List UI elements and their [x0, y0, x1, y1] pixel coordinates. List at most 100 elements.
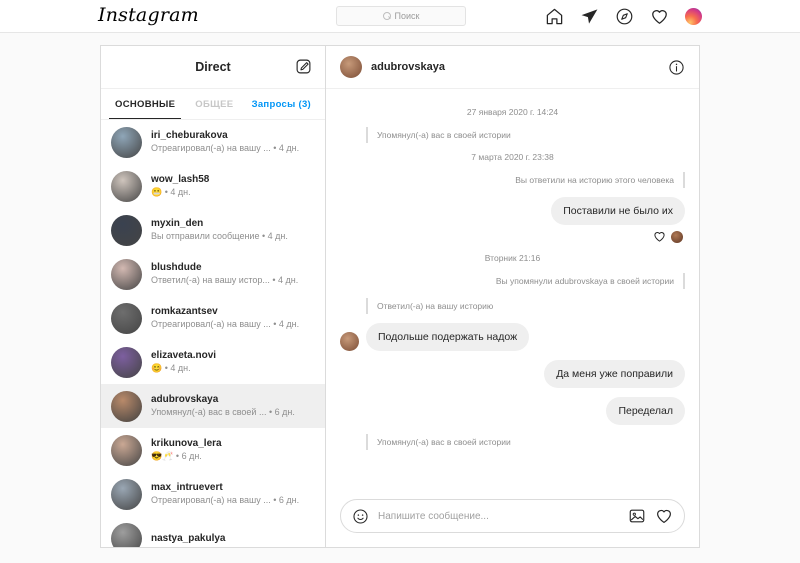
conversation-item[interactable]: myxin_den Вы отправили сообщение • 4 дн.	[101, 208, 325, 252]
conversation-list[interactable]: iri_cheburakova Отреагировал(-а) на вашу …	[101, 120, 325, 547]
message-row: Вы упомянули adubrovskaya в своей истори…	[340, 273, 685, 289]
conversation-item[interactable]: romkazantsev Отреагировал(-а) на вашу ...…	[101, 296, 325, 340]
conversation-meta: wow_lash58 😬 • 4 дн.	[151, 173, 315, 199]
conversation-avatar	[111, 390, 142, 422]
conversation-meta: nastya_pakulya	[151, 532, 315, 545]
conversation-meta: romkazantsev Отреагировал(-а) на вашу ...…	[151, 305, 315, 331]
thread-username[interactable]: adubrovskaya	[371, 61, 659, 73]
message-timestamp: 27 января 2020 г. 14:24	[466, 107, 559, 117]
conversation-username: iri_cheburakova	[151, 130, 228, 141]
message-bubble: Да меня уже поправили	[544, 360, 685, 388]
conversation-username: wow_lash58	[151, 174, 210, 185]
heart-icon[interactable]	[650, 7, 669, 26]
nav-icon-group	[545, 0, 702, 33]
conversation-avatar	[111, 302, 142, 334]
image-icon[interactable]	[628, 507, 646, 525]
heart-icon[interactable]	[655, 507, 673, 525]
compass-icon[interactable]	[615, 7, 634, 26]
top-navigation-bar: Instagram Поиск	[0, 0, 800, 33]
message-reaction[interactable]	[340, 230, 683, 243]
conversation-meta: krikunova_lera 😎🥂 • 6 дн.	[151, 437, 315, 463]
message-composer: Напишите сообщение...	[326, 491, 699, 547]
conversation-username: krikunova_lera	[151, 438, 222, 449]
message-row: Ответил(-а) на вашу историю	[340, 298, 685, 314]
smiley-icon[interactable]	[352, 508, 369, 525]
compose-icon[interactable]	[295, 58, 312, 75]
conversation-item[interactable]: iri_cheburakova Отреагировал(-а) на вашу …	[101, 120, 325, 164]
page-title: Direct	[195, 60, 231, 74]
conversation-username: myxin_den	[151, 218, 204, 229]
heart-icon[interactable]	[653, 230, 666, 243]
message-quote: Вы ответили на историю этого человека	[506, 172, 685, 188]
conversation-item[interactable]: max_intruevert Отреагировал(-а) на вашу .…	[101, 472, 325, 516]
search-input[interactable]: Поиск	[336, 6, 466, 26]
conversation-meta: iri_cheburakova Отреагировал(-а) на вашу …	[151, 129, 315, 155]
message-input-placeholder[interactable]: Напишите сообщение...	[378, 511, 619, 522]
profile-avatar[interactable]	[685, 8, 702, 25]
thread-header: adubrovskaya	[326, 46, 699, 89]
conversation-avatar	[111, 126, 142, 158]
conversation-item[interactable]: adubrovskaya Упомянул(-а) вас в своей ...…	[101, 384, 325, 428]
search-placeholder: Поиск	[394, 11, 420, 21]
info-icon[interactable]	[668, 59, 685, 76]
message-quote: Вы упомянули adubrovskaya в своей истори…	[487, 273, 685, 289]
conversation-username: nastya_pakulya	[151, 532, 226, 544]
message-row: Поставили не было их	[340, 197, 685, 225]
conversation-snippet: Вы отправили сообщение • 4 дн.	[151, 231, 288, 241]
conversation-meta: elizaveta.novi 😊 • 4 дн.	[151, 349, 315, 375]
conversation-meta: myxin_den Вы отправили сообщение • 4 дн.	[151, 217, 315, 243]
conversation-username: elizaveta.novi	[151, 350, 217, 361]
home-icon[interactable]	[545, 7, 564, 26]
inbox-tabs: ОСНОВНЫЕ ОБЩЕЕ Запросы (3)	[101, 89, 325, 120]
conversation-avatar	[111, 522, 142, 547]
conversation-snippet: 😊 • 4 дн.	[151, 363, 191, 373]
direct-window: Direct ОСНОВНЫЕ ОБЩЕЕ Запросы (3) iri_ch…	[100, 45, 700, 548]
message-row: Да меня уже поправили	[340, 360, 685, 388]
conversation-item[interactable]: elizaveta.novi 😊 • 4 дн.	[101, 340, 325, 384]
conversation-avatar	[111, 214, 142, 246]
message-row: Подольше подержать надож	[340, 323, 685, 351]
send-icon[interactable]	[580, 7, 599, 26]
inbox-header: Direct	[101, 46, 325, 89]
message-avatar	[340, 332, 359, 351]
conversation-item[interactable]: krikunova_lera 😎🥂 • 6 дн.	[101, 428, 325, 472]
conversation-snippet: 😎🥂 • 6 дн.	[151, 451, 202, 461]
message-list: 27 января 2020 г. 14:24 Упомянул(-а) вас …	[326, 89, 699, 491]
conversation-snippet: Ответил(-а) на вашу истор... • 4 дн.	[151, 275, 299, 285]
conversation-avatar	[111, 258, 142, 290]
conversation-snippet: Упомянул(-а) вас в своей ... • 6 дн.	[151, 407, 295, 417]
conversation-snippet: 😬 • 4 дн.	[151, 187, 191, 197]
composer-field[interactable]: Напишите сообщение...	[340, 499, 685, 533]
reaction-avatar	[671, 230, 683, 243]
message-row: Упомянул(-а) вас в своей истории	[340, 434, 685, 450]
message-row: Переделал	[340, 397, 685, 425]
conversation-avatar	[111, 170, 142, 202]
tab-primary[interactable]: ОСНОВНЫЕ	[109, 89, 182, 119]
tab-general[interactable]: ОБЩЕЕ	[189, 89, 239, 119]
message-timestamp: Вторник 21:16	[484, 253, 541, 263]
tab-requests[interactable]: Запросы (3)	[246, 89, 317, 119]
conversation-snippet: Отреагировал(-а) на вашу ... • 4 дн.	[151, 319, 300, 329]
conversation-username: blushdude	[151, 262, 202, 273]
conversation-snippet: Отреагировал(-а) на вашу ... • 6 дн.	[151, 495, 300, 505]
thread-avatar[interactable]	[340, 56, 362, 78]
message-bubble: Переделал	[606, 397, 685, 425]
conversation-item[interactable]: wow_lash58 😬 • 4 дн.	[101, 164, 325, 208]
inbox-panel: Direct ОСНОВНЫЕ ОБЩЕЕ Запросы (3) iri_ch…	[101, 46, 326, 547]
message-row: Вы ответили на историю этого человека	[340, 172, 685, 188]
conversation-username: romkazantsev	[151, 306, 218, 317]
message-bubble: Поставили не было их	[551, 197, 685, 225]
message-row: Упомянул(-а) вас в своей истории	[340, 127, 685, 143]
message-timestamp: 7 марта 2020 г. 23:38	[471, 152, 554, 162]
conversation-item[interactable]: nastya_pakulya	[101, 516, 325, 547]
conversation-avatar	[111, 434, 142, 466]
instagram-logo[interactable]: Instagram	[98, 4, 199, 26]
message-quote: Упомянул(-а) вас в своей истории	[366, 127, 520, 143]
conversation-avatar	[111, 346, 142, 378]
message-quote: Ответил(-а) на вашу историю	[366, 298, 502, 314]
conversation-username: max_intruevert	[151, 482, 223, 493]
conversation-item[interactable]: blushdude Ответил(-а) на вашу истор... • …	[101, 252, 325, 296]
conversation-username: adubrovskaya	[151, 394, 219, 405]
search-icon	[382, 12, 391, 20]
conversation-snippet: Отреагировал(-а) на вашу ... • 4 дн.	[151, 143, 300, 153]
